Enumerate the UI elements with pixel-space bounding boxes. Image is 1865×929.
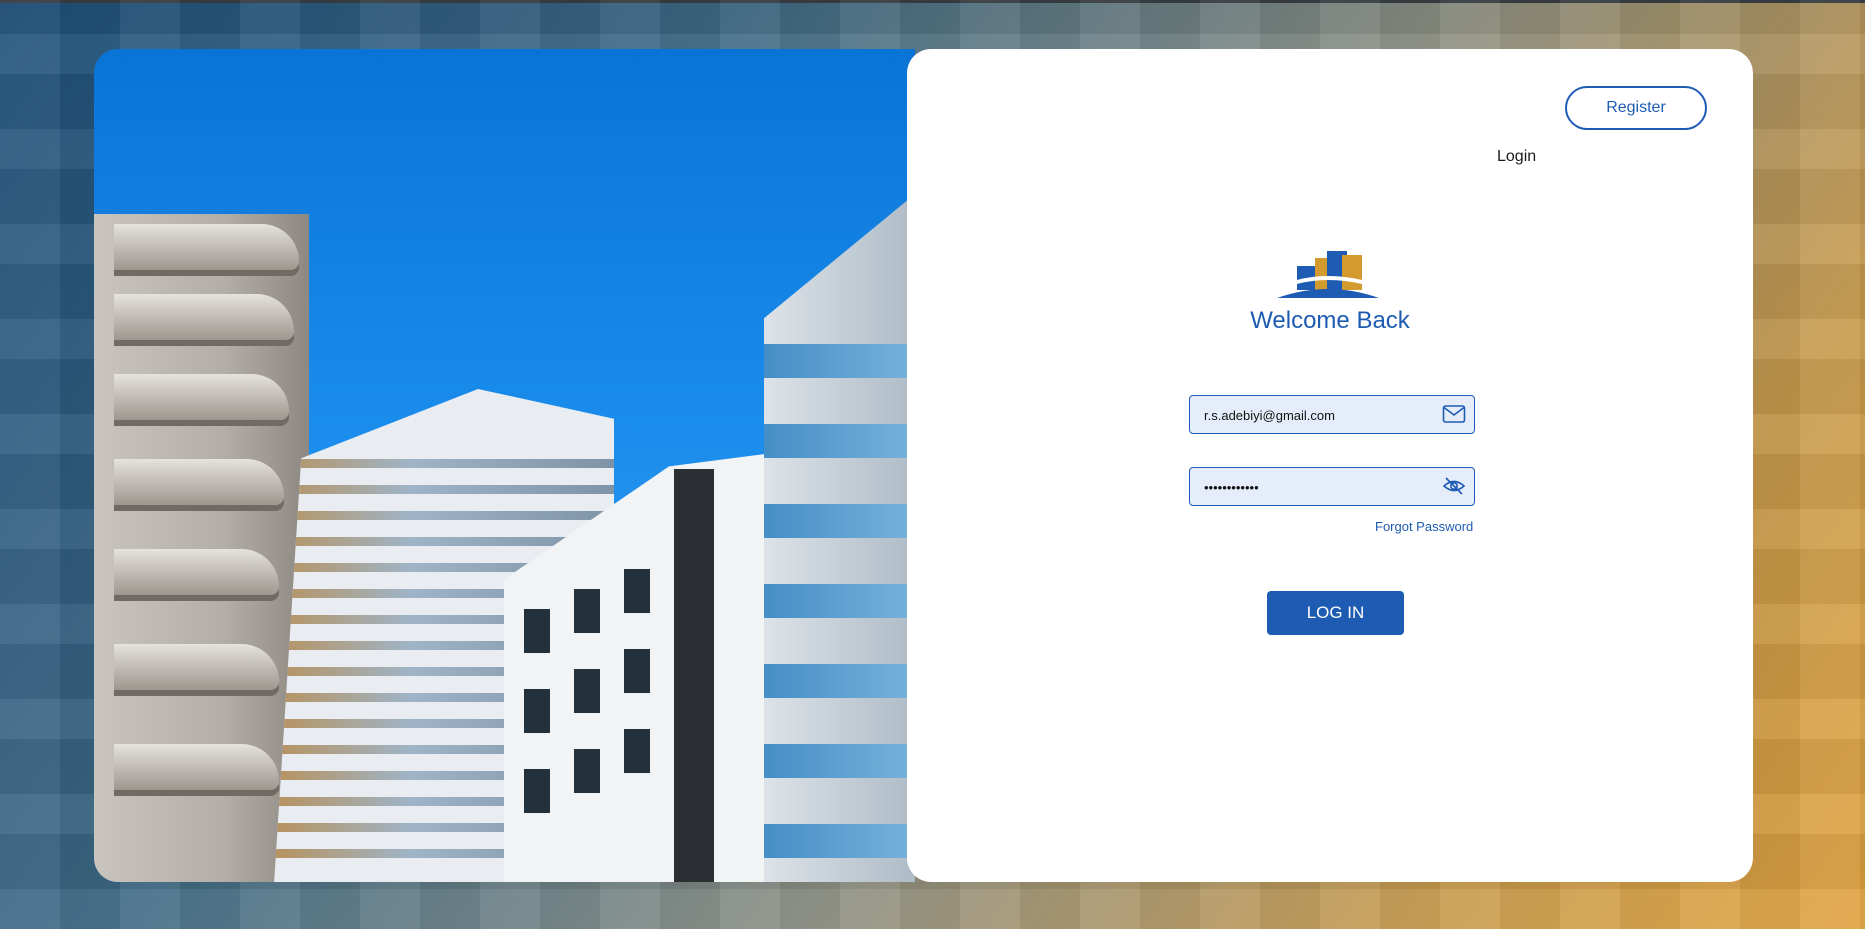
register-button[interactable]: Register xyxy=(1565,86,1707,130)
email-input[interactable] xyxy=(1202,396,1436,435)
page-title: Welcome Back xyxy=(1250,307,1410,334)
password-input[interactable] xyxy=(1202,468,1436,507)
building-left xyxy=(94,214,309,882)
nav-login-link[interactable]: Login xyxy=(1491,147,1542,167)
balcony xyxy=(114,224,299,270)
balcony xyxy=(114,374,289,420)
building-right xyxy=(764,194,915,882)
password-field[interactable] xyxy=(1189,467,1475,507)
log-in-button[interactable]: LOG IN xyxy=(1267,591,1404,635)
eye-off-icon[interactable] xyxy=(1442,476,1466,496)
balcony xyxy=(114,644,279,690)
balcony xyxy=(114,549,279,595)
hero-buildings-image xyxy=(94,49,915,882)
auth-card: Login Register Welcome Back r.s.adebiyi@… xyxy=(94,49,1753,882)
balcony xyxy=(114,744,279,790)
balcony xyxy=(114,459,284,505)
balcony xyxy=(114,294,294,340)
email-field[interactable] xyxy=(1189,395,1475,435)
buildings-logo xyxy=(1277,251,1379,298)
login-panel: Login Register Welcome Back r.s.adebiyi@… xyxy=(907,49,1753,882)
forgot-password-link[interactable]: Forgot Password xyxy=(1375,519,1473,534)
mail-icon xyxy=(1442,405,1466,423)
